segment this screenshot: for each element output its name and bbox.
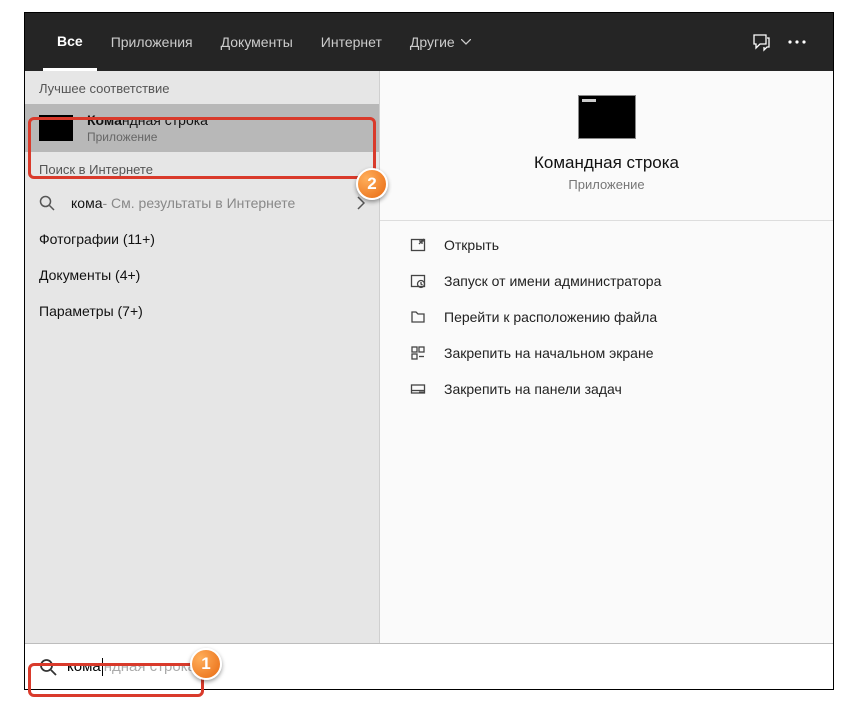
chevron-down-icon: [461, 39, 471, 45]
search-typed-text: кома: [67, 658, 101, 675]
tab-other[interactable]: Другие: [396, 13, 485, 71]
result-command-prompt[interactable]: Командная строка Приложение: [25, 104, 379, 152]
action-pin-start[interactable]: Закрепить на начальном экране: [404, 335, 809, 371]
web-query: кома: [71, 195, 102, 211]
tab-apps[interactable]: Приложения: [97, 13, 207, 71]
chevron-right-icon: [357, 196, 365, 210]
preview-subtitle: Приложение: [568, 177, 644, 192]
action-run-as-admin[interactable]: Запуск от имени администратора: [404, 263, 809, 299]
tab-internet[interactable]: Интернет: [307, 13, 396, 71]
web-search-result[interactable]: кома - См. результаты в Интернете: [25, 185, 379, 221]
top-tab-bar: Все Приложения Документы Интернет Другие: [25, 13, 833, 71]
action-pin-taskbar[interactable]: Закрепить на панели задач: [404, 371, 809, 407]
category-settings[interactable]: Параметры (7+): [25, 293, 379, 329]
result-title-match: Кома: [87, 112, 122, 128]
search-icon: [39, 658, 57, 676]
web-search-header: Поиск в Интернете: [25, 152, 379, 185]
tab-all[interactable]: Все: [43, 13, 97, 71]
category-documents[interactable]: Документы (4+): [25, 257, 379, 293]
best-match-header: Лучшее соответствие: [25, 71, 379, 104]
preview-header: Командная строка Приложение: [404, 95, 809, 192]
tab-other-label: Другие: [410, 34, 455, 50]
pin-taskbar-icon: [408, 381, 428, 397]
search-input[interactable]: командная строка: [25, 643, 833, 689]
action-run-as-admin-label: Запуск от имени администратора: [444, 273, 661, 289]
search-window: Все Приложения Документы Интернет Другие…: [24, 12, 834, 690]
results-panel: Лучшее соответствие Командная строка При…: [25, 71, 379, 643]
feedback-icon[interactable]: [743, 24, 779, 60]
category-photos[interactable]: Фотографии (11+): [25, 221, 379, 257]
divider: [380, 220, 833, 221]
text-caret: [102, 658, 103, 676]
result-title-rest: ндная строка: [122, 112, 208, 128]
cmd-icon-large: [578, 95, 636, 139]
pin-start-icon: [408, 345, 428, 361]
admin-icon: [408, 273, 428, 289]
action-pin-start-label: Закрепить на начальном экране: [444, 345, 654, 361]
open-icon: [408, 237, 428, 253]
result-title: Командная строка: [87, 112, 208, 128]
action-open-location[interactable]: Перейти к расположению файла: [404, 299, 809, 335]
preview-panel: Командная строка Приложение Открыть Запу…: [379, 71, 833, 643]
body: Лучшее соответствие Командная строка При…: [25, 71, 833, 643]
result-subtitle: Приложение: [87, 130, 208, 144]
tab-documents[interactable]: Документы: [207, 13, 307, 71]
preview-title: Командная строка: [534, 153, 679, 173]
web-hint: - См. результаты в Интернете: [102, 195, 295, 211]
cmd-icon: [39, 115, 73, 141]
action-pin-taskbar-label: Закрепить на панели задач: [444, 381, 622, 397]
action-open-label: Открыть: [444, 237, 499, 253]
search-suggestion-text: ндная строка: [104, 658, 196, 675]
action-open-location-label: Перейти к расположению файла: [444, 309, 657, 325]
action-open[interactable]: Открыть: [404, 227, 809, 263]
more-icon[interactable]: [779, 24, 815, 60]
search-icon: [39, 195, 59, 211]
folder-icon: [408, 309, 428, 325]
